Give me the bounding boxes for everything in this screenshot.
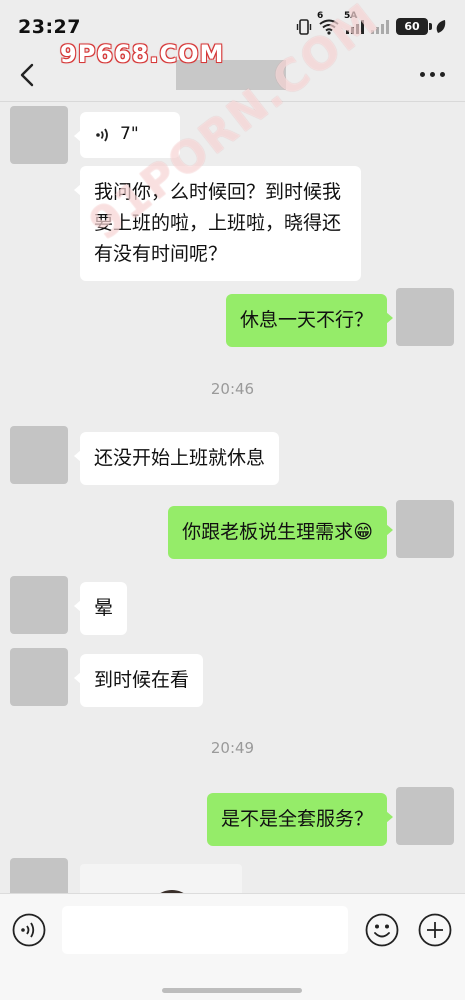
- vibrate-icon: [296, 18, 312, 35]
- network-label-2: 5A: [344, 10, 358, 21]
- more-dots-icon[interactable]: [420, 72, 445, 77]
- message-text: 你跟老板说生理需求: [182, 521, 354, 543]
- leaf-icon: [436, 19, 446, 33]
- signal-icon: [371, 19, 389, 34]
- avatar[interactable]: [10, 106, 68, 164]
- message-text: 我问你，么时候回？到时候我要上班的啦，上班啦，晓得还有没有时间呢？: [94, 181, 342, 265]
- network-label: 6: [317, 10, 324, 21]
- battery-level: 60: [404, 20, 420, 33]
- avatar[interactable]: [396, 288, 454, 346]
- voice-wave-icon: [96, 128, 108, 141]
- message-bubble[interactable]: 是不是全套服务？: [206, 793, 394, 846]
- message-text: 休息一天不行？: [239, 309, 373, 331]
- avatar[interactable]: [10, 648, 68, 706]
- message-text: 晕: [94, 597, 114, 619]
- message-bubble[interactable]: 我问你，么时候回？到时候我要上班的啦，上班啦，晓得还有没有时间呢？: [74, 166, 361, 281]
- wifi-indicator: 6: [317, 11, 339, 35]
- voice-input-icon[interactable]: [12, 913, 46, 947]
- status-icons: 6 5A 60: [296, 11, 447, 35]
- voice-message[interactable]: 7": [74, 112, 180, 158]
- back-arrow-icon[interactable]: [14, 61, 42, 89]
- message-text: 到时候在看: [94, 669, 190, 691]
- avatar[interactable]: [10, 576, 68, 634]
- timestamp: 20:49: [210, 739, 255, 757]
- watermark-top: 9P668.COM: [60, 40, 225, 68]
- home-indicator: [162, 988, 302, 993]
- message-input[interactable]: [62, 906, 348, 954]
- message-text: 是不是全套服务？: [220, 808, 373, 830]
- timestamp: 20:46: [210, 380, 255, 398]
- message-bubble[interactable]: 你跟老板说生理需求😁: [168, 506, 393, 559]
- signal-icon: [346, 19, 364, 34]
- avatar[interactable]: [396, 787, 454, 845]
- message-bubble[interactable]: 晕: [73, 582, 128, 635]
- battery-icon: 60: [396, 18, 432, 35]
- wifi-icon: [319, 19, 339, 35]
- message-bubble[interactable]: 休息一天不行？: [225, 294, 394, 347]
- plus-icon[interactable]: [418, 913, 452, 947]
- cell-indicator: 5A: [344, 11, 364, 34]
- message-bubble[interactable]: 还没开始上班就休息: [73, 432, 280, 485]
- avatar[interactable]: [10, 426, 68, 484]
- emoji-icon[interactable]: [365, 913, 399, 947]
- message-bubble[interactable]: 到时候在看: [73, 654, 204, 707]
- message-text: 还没开始上班就休息: [94, 447, 266, 469]
- input-bar: [0, 893, 465, 1000]
- status-time: 23:27: [18, 16, 81, 38]
- grin-emoji-icon: 😁: [353, 521, 373, 543]
- avatar[interactable]: [396, 500, 454, 558]
- voice-duration: 7": [120, 124, 139, 144]
